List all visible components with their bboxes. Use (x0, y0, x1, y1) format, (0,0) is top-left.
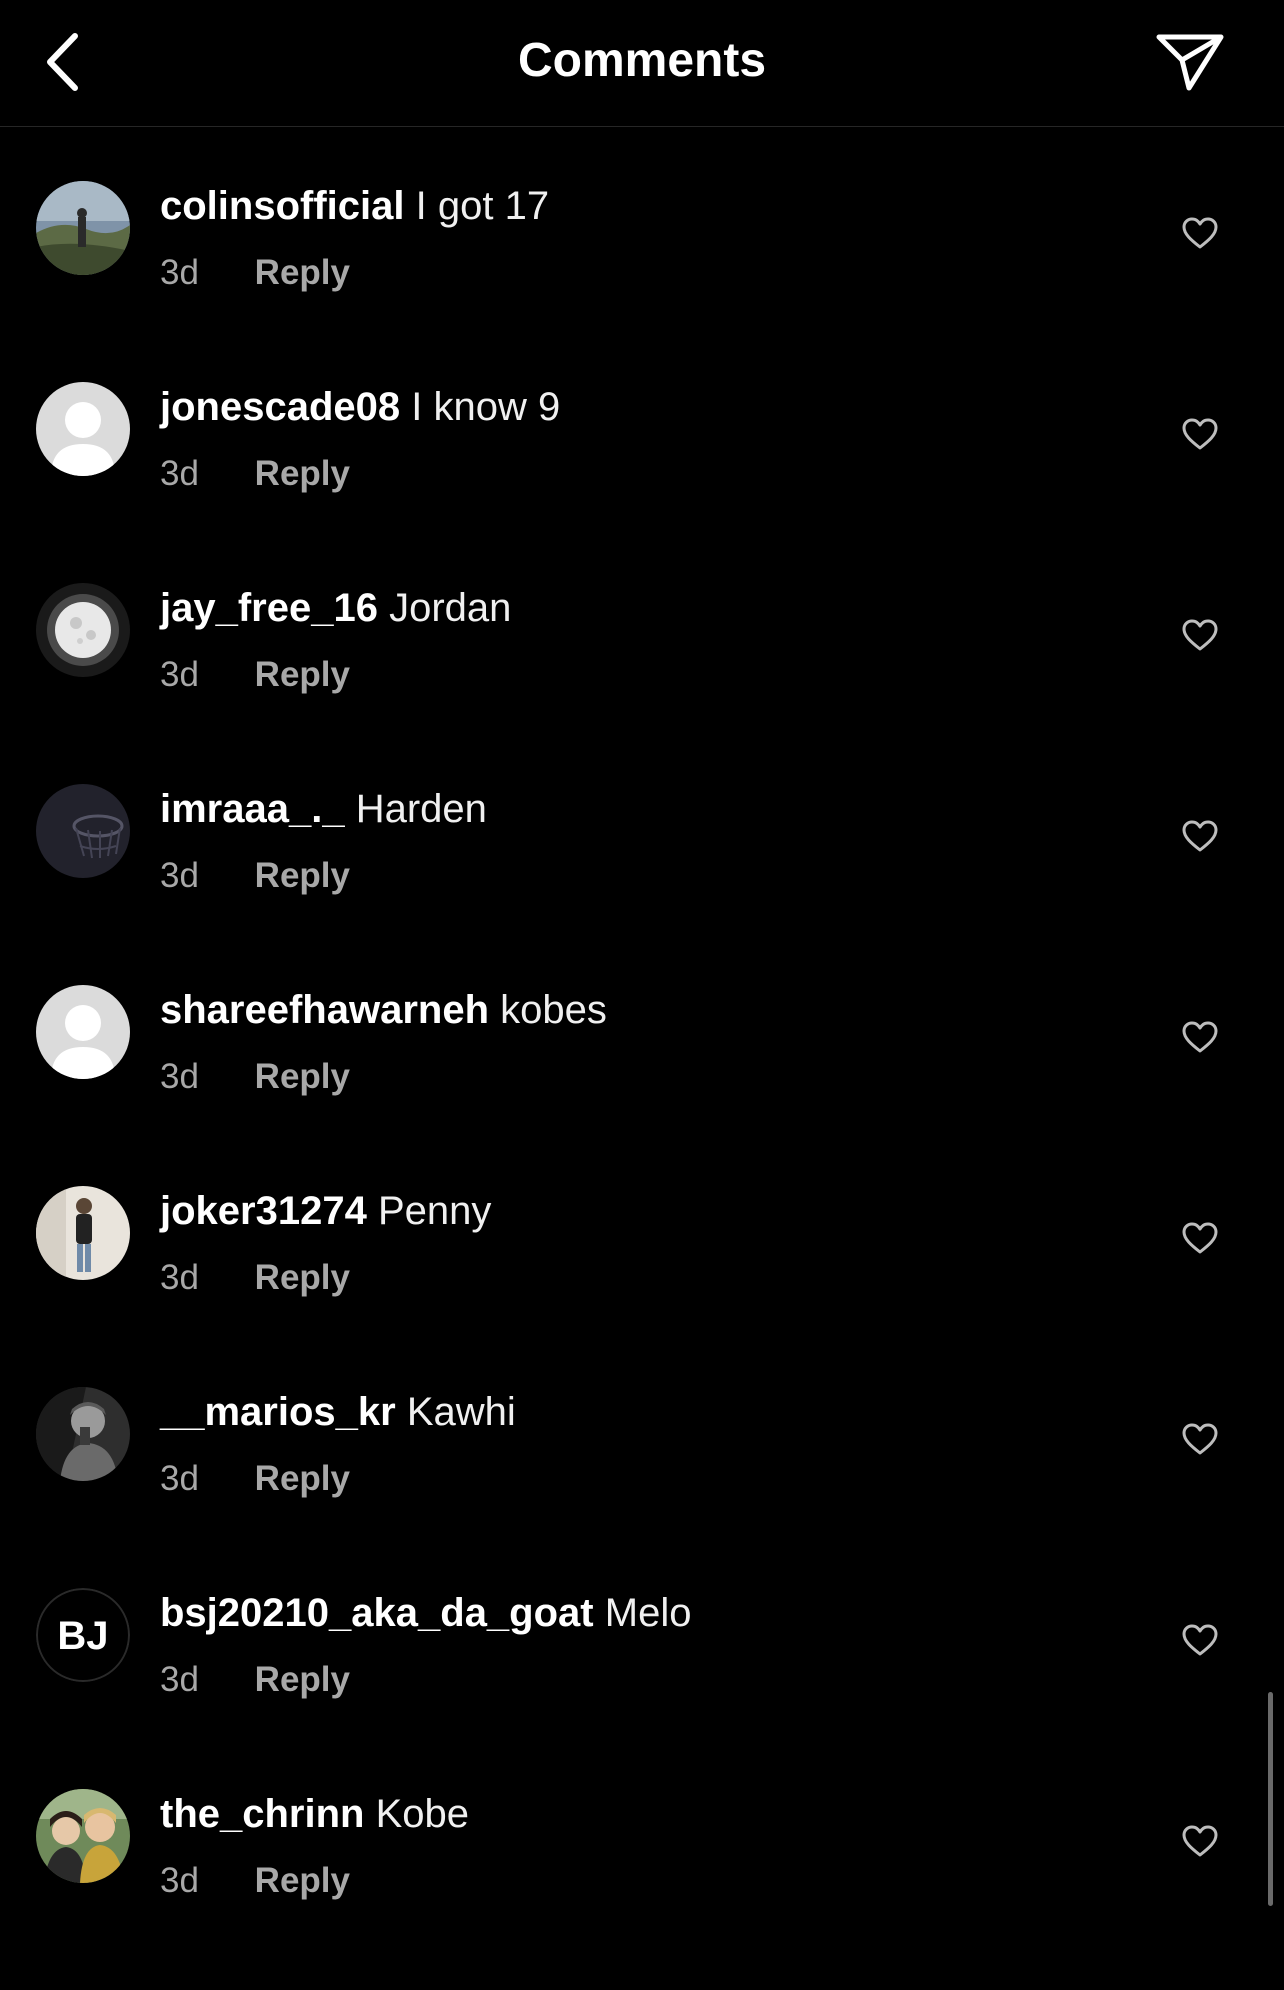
reply-button[interactable]: Reply (255, 655, 350, 694)
comment-body: Kawhi (406, 1390, 516, 1434)
comment-item: joker31274 Penny 3d Reply (0, 1186, 1284, 1387)
scrollbar[interactable] (1268, 1692, 1273, 1906)
avatar-logo-text: BJ (57, 1614, 108, 1658)
comment-body: Kobe (375, 1792, 470, 1836)
comment-body: Melo (604, 1591, 692, 1635)
comment-item: __marios_kr Kawhi 3d Reply (0, 1387, 1284, 1588)
comment-item: imraaa_._ Harden 3d Reply (0, 784, 1284, 985)
comment-text: joker31274 Penny (160, 1186, 491, 1236)
timestamp: 3d (160, 1660, 199, 1699)
heart-icon (1182, 217, 1218, 249)
timestamp: 3d (160, 1861, 199, 1900)
comment-text: bsj20210_aka_da_goat Melo (160, 1588, 691, 1638)
timestamp: 3d (160, 454, 199, 493)
comment-body: Jordan (389, 586, 512, 630)
page-title: Comments (517, 34, 767, 87)
like-button[interactable] (1180, 213, 1220, 253)
username-link[interactable]: imraaa_._ (160, 787, 345, 831)
avatar[interactable] (36, 1387, 130, 1481)
comment-item: jonescade08 I know 9 3d Reply (0, 382, 1284, 583)
avatar[interactable]: BJ (36, 1588, 130, 1682)
reply-button[interactable]: Reply (255, 1459, 350, 1498)
reply-button[interactable]: Reply (255, 1660, 350, 1699)
comment-item: jay_free_16 Jordan 3d Reply (0, 583, 1284, 784)
comment-body: Harden (355, 787, 487, 831)
comment-item: shareefhawarneh kobes 3d Reply (0, 985, 1284, 1186)
comment-item: the_chrinn Kobe 3d Reply (0, 1789, 1284, 1990)
heart-icon (1182, 619, 1218, 651)
reply-button[interactable]: Reply (255, 454, 350, 493)
comment-body: Penny (377, 1189, 492, 1233)
avatar[interactable] (36, 181, 130, 275)
username-link[interactable]: the_chrinn (160, 1792, 364, 1836)
like-button[interactable] (1180, 1017, 1220, 1057)
like-button[interactable] (1180, 1419, 1220, 1459)
reply-button[interactable]: Reply (255, 1057, 350, 1096)
comment-item: colinsofficial I got 17 3d Reply (0, 181, 1284, 382)
username-link[interactable]: colinsofficial (160, 184, 405, 228)
timestamp: 3d (160, 1258, 199, 1297)
username-link[interactable]: shareefhawarneh (160, 988, 489, 1032)
header-bar: Comments (0, 0, 1284, 127)
heart-icon (1182, 1825, 1218, 1857)
avatar[interactable] (36, 985, 130, 1079)
reply-button[interactable]: Reply (255, 1258, 350, 1297)
timestamp: 3d (160, 1459, 199, 1498)
comment-text: jay_free_16 Jordan (160, 583, 511, 633)
username-link[interactable]: jay_free_16 (160, 586, 378, 630)
like-button[interactable] (1180, 615, 1220, 655)
comment-text: __marios_kr Kawhi (160, 1387, 516, 1437)
avatar[interactable] (36, 382, 130, 476)
comment-text: imraaa_._ Harden (160, 784, 487, 834)
heart-icon (1182, 1423, 1218, 1455)
comment-meta: 3d Reply (160, 452, 350, 496)
username-link[interactable]: __marios_kr (160, 1390, 396, 1434)
reply-button[interactable]: Reply (255, 253, 350, 292)
like-button[interactable] (1180, 1218, 1220, 1258)
comment-text: jonescade08 I know 9 (160, 382, 560, 432)
like-button[interactable] (1180, 1821, 1220, 1861)
comment-body: I know 9 (411, 385, 561, 429)
timestamp: 3d (160, 253, 199, 292)
avatar[interactable] (36, 583, 130, 677)
comment-text: shareefhawarneh kobes (160, 985, 607, 1035)
reply-button[interactable]: Reply (255, 856, 350, 895)
comment-meta: 3d Reply (160, 251, 350, 295)
comment-meta: 3d Reply (160, 653, 350, 697)
like-button[interactable] (1180, 816, 1220, 856)
heart-icon (1182, 1624, 1218, 1656)
comment-item: BJ bsj20210_aka_da_goat Melo 3d Reply (0, 1588, 1284, 1789)
comment-meta: 3d Reply (160, 854, 350, 898)
like-button[interactable] (1180, 1620, 1220, 1660)
reply-button[interactable]: Reply (255, 1861, 350, 1900)
avatar[interactable] (36, 784, 130, 878)
comment-meta: 3d Reply (160, 1055, 350, 1099)
comment-meta: 3d Reply (160, 1859, 350, 1903)
avatar[interactable] (36, 1789, 130, 1883)
timestamp: 3d (160, 655, 199, 694)
share-button[interactable] (1150, 26, 1230, 98)
username-link[interactable]: bsj20210_aka_da_goat (160, 1591, 594, 1635)
heart-icon (1182, 820, 1218, 852)
comment-meta: 3d Reply (160, 1658, 350, 1702)
username-link[interactable]: joker31274 (160, 1189, 367, 1233)
comment-text: colinsofficial I got 17 (160, 181, 549, 231)
comment-body: kobes (500, 988, 607, 1032)
avatar[interactable] (36, 1186, 130, 1280)
heart-icon (1182, 418, 1218, 450)
comment-meta: 3d Reply (160, 1256, 350, 1300)
username-link[interactable]: jonescade08 (160, 385, 400, 429)
heart-icon (1182, 1021, 1218, 1053)
comment-text: the_chrinn Kobe (160, 1789, 469, 1839)
comment-meta: 3d Reply (160, 1457, 350, 1501)
comment-body: I got 17 (415, 184, 550, 228)
heart-icon (1182, 1222, 1218, 1254)
timestamp: 3d (160, 856, 199, 895)
timestamp: 3d (160, 1057, 199, 1096)
paper-plane-icon (1156, 34, 1224, 91)
like-button[interactable] (1180, 414, 1220, 454)
